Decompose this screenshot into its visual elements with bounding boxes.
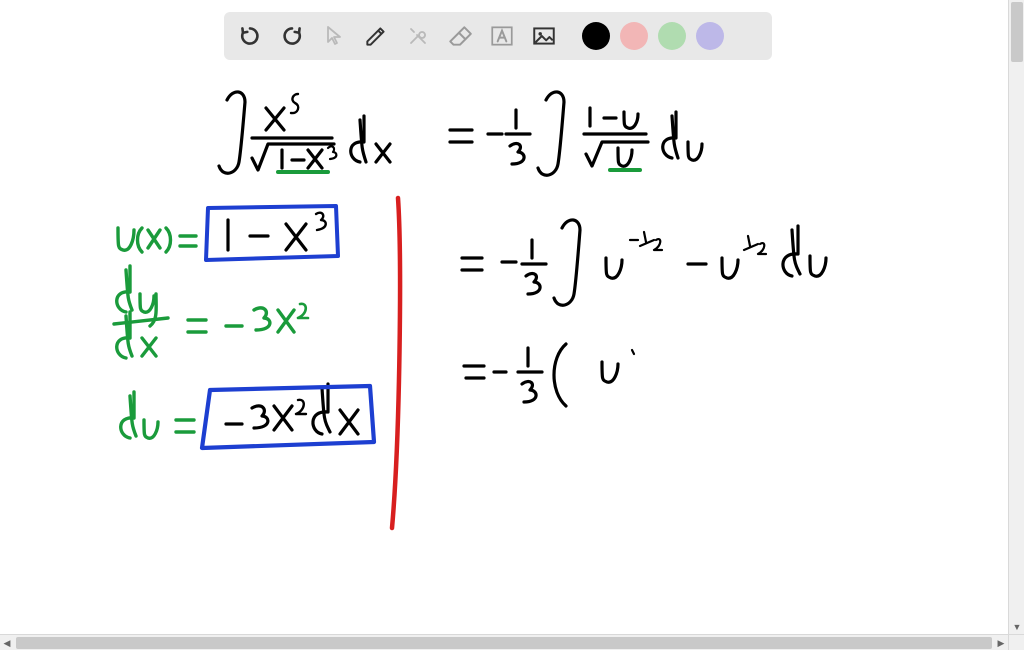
horizontal-scrollbar[interactable]: ◀ ▶ [0, 634, 1008, 650]
eq-integral-lhs [219, 92, 390, 173]
image-icon [531, 23, 557, 49]
eq-rhs-line2 [462, 220, 826, 305]
redo-icon [279, 23, 305, 49]
divider-line [392, 198, 400, 528]
toolbar [224, 12, 772, 60]
scroll-right-arrow[interactable]: ▶ [996, 638, 1006, 648]
redo-button[interactable] [272, 16, 312, 56]
color-swatch-black[interactable] [582, 22, 610, 50]
eraser-tool-button[interactable] [440, 16, 480, 56]
text-icon [489, 23, 515, 49]
eq-u-definition [118, 206, 338, 260]
settings-tool-button[interactable] [398, 16, 438, 56]
eq-integral-rhs1 [450, 92, 702, 175]
eq-du [121, 384, 374, 448]
image-tool-button[interactable] [524, 16, 564, 56]
scrollbar-corner [1008, 634, 1024, 650]
vertical-scroll-thumb[interactable] [1011, 2, 1023, 62]
vertical-scrollbar[interactable]: ▲ ▼ [1008, 0, 1024, 634]
pen-tool-button[interactable] [356, 16, 396, 56]
pointer-tool-button[interactable] [314, 16, 354, 56]
color-swatch-green[interactable] [658, 22, 686, 50]
color-swatch-purple[interactable] [696, 22, 724, 50]
undo-icon [237, 23, 263, 49]
horizontal-scroll-thumb[interactable] [16, 637, 992, 649]
pen-icon [363, 23, 389, 49]
whiteboard-canvas [0, 0, 1008, 634]
eq-dudx [114, 266, 308, 358]
scroll-down-arrow[interactable]: ▼ [1012, 622, 1022, 632]
eraser-icon [447, 23, 473, 49]
pointer-icon [322, 24, 346, 48]
scroll-left-arrow[interactable]: ◀ [2, 638, 12, 648]
color-swatch-pink[interactable] [620, 22, 648, 50]
undo-button[interactable] [230, 16, 270, 56]
tools-icon [406, 24, 430, 48]
text-tool-button[interactable] [482, 16, 522, 56]
eq-rhs-line3 [464, 344, 634, 406]
